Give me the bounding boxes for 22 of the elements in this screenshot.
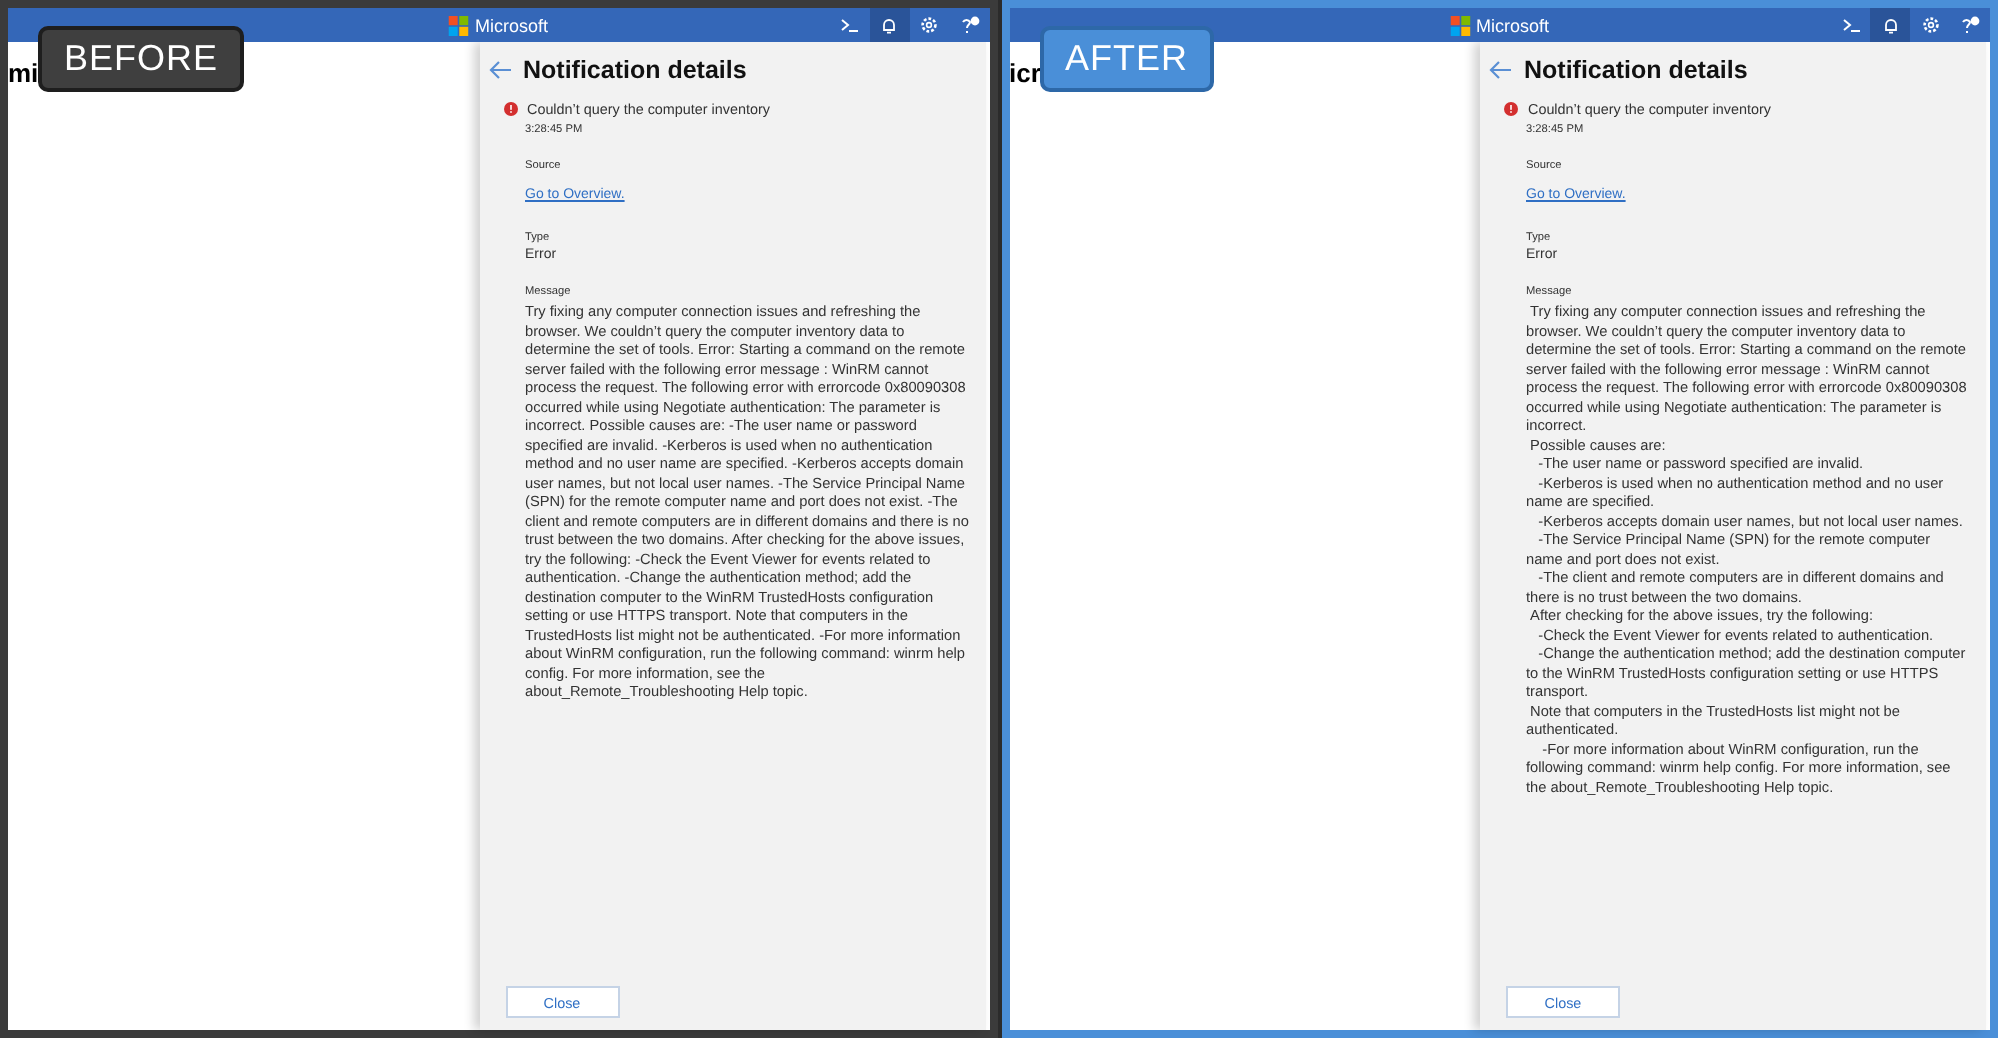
- settings-icon[interactable]: [1921, 16, 1939, 34]
- terminal-icon[interactable]: [840, 18, 858, 32]
- bell-icon[interactable]: [1883, 17, 1897, 33]
- help-icon[interactable]: [1960, 15, 1980, 35]
- help-icon[interactable]: [959, 15, 979, 35]
- panel-label: BEFORE: [38, 26, 245, 92]
- pane-title: Notification details: [1524, 56, 1748, 84]
- pane-title: Notification details: [523, 56, 747, 84]
- microsoft-logo-icon: [1450, 15, 1470, 35]
- brand-name: Microsoft: [475, 15, 548, 35]
- error-icon: [503, 102, 517, 116]
- back-arrow-icon[interactable]: [487, 60, 511, 80]
- panel-label: AFTER: [1039, 26, 1215, 92]
- back-arrow-icon[interactable]: [1488, 60, 1512, 80]
- terminal-icon[interactable]: [1841, 18, 1859, 32]
- page-title: mi: [8, 58, 39, 88]
- brand-name: Microsoft: [1476, 15, 1549, 35]
- settings-icon[interactable]: [920, 16, 938, 34]
- bell-icon[interactable]: [882, 17, 896, 33]
- microsoft-logo-icon: [449, 15, 469, 35]
- page-title: icr: [1009, 58, 1041, 88]
- error-icon: [1504, 102, 1518, 116]
